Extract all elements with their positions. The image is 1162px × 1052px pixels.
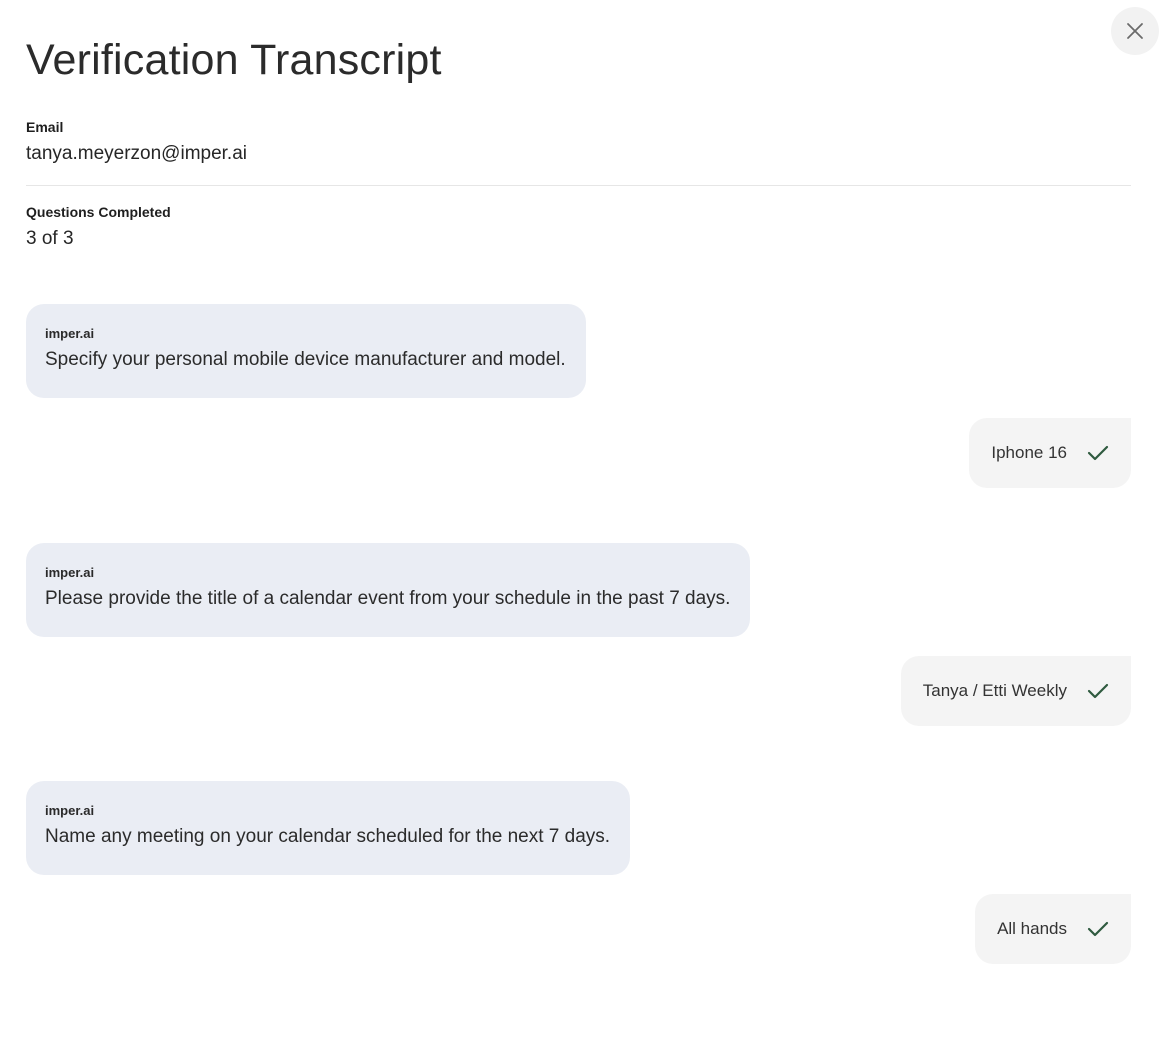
question-bubble: imper.ai Name any meeting on your calend… [26, 781, 631, 875]
answer-text: All hands [997, 919, 1067, 938]
questions-completed-label: Questions Completed [26, 204, 171, 220]
check-icon [1087, 920, 1109, 938]
question-text: Name any meeting on your calendar schedu… [45, 826, 611, 847]
email-field: Email tanya.meyerzon@imper.ai [26, 119, 1131, 186]
answer-bubble: Tanya / Etti Weekly [900, 656, 1131, 726]
answer-text: Tanya / Etti Weekly [922, 681, 1067, 700]
close-icon [1127, 23, 1143, 39]
question-bubble: imper.ai Specify your personal mobile de… [26, 304, 586, 398]
answer-text: Iphone 16 [991, 443, 1067, 462]
question-text: Specify your personal mobile device manu… [45, 349, 566, 370]
email-label: Email [26, 119, 64, 135]
check-icon [1087, 682, 1109, 700]
close-button[interactable] [1111, 7, 1159, 55]
question-bubble: imper.ai Please provide the title of a c… [26, 543, 751, 637]
questions-completed-field: Questions Completed 3 of 3 [26, 204, 1131, 250]
page-title: Verification Transcript [26, 36, 442, 84]
transcript-modal: Verification Transcript Email tanya.meye… [0, 0, 1162, 1052]
email-value: tanya.meyerzon@imper.ai [26, 143, 247, 164]
check-icon [1087, 444, 1109, 462]
questions-completed-value: 3 of 3 [26, 228, 74, 249]
answer-bubble: Iphone 16 [969, 418, 1131, 488]
question-sender: imper.ai [45, 803, 95, 818]
question-sender: imper.ai [45, 326, 95, 341]
question-text: Please provide the title of a calendar e… [45, 588, 731, 609]
answer-bubble: All hands [975, 894, 1131, 964]
question-sender: imper.ai [45, 565, 95, 580]
